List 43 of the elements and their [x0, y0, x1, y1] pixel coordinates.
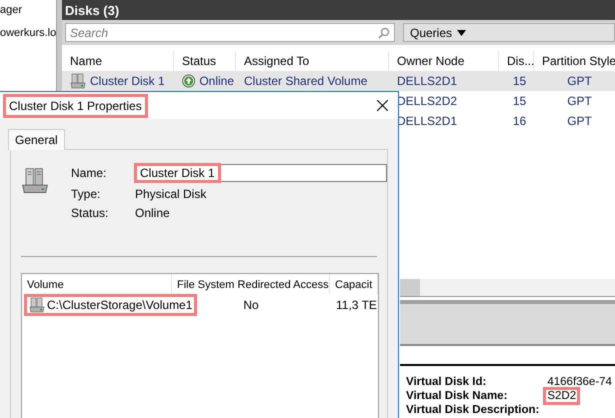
field-label: Status:	[71, 206, 110, 220]
close-icon	[377, 100, 388, 111]
table-cell: No	[243, 298, 259, 312]
detail-value: 4166f36e-74	[546, 375, 613, 390]
scrollbar-thumb[interactable]	[400, 279, 420, 296]
column-header[interactable]: Capacit	[330, 274, 378, 294]
column-header[interactable]: Volume	[22, 274, 172, 294]
detail-label: Virtual Disk Name:	[406, 390, 508, 402]
table-cell: Online	[199, 74, 234, 88]
tree-item[interactable]: owerkurs.lo	[0, 27, 56, 39]
field-label: Type:	[71, 187, 102, 201]
volume-icon	[29, 297, 45, 313]
queries-button[interactable]: Queries	[403, 23, 615, 42]
detail-label: Virtual Disk Description:	[406, 404, 540, 416]
column-header[interactable]: File System Redirected Access	[172, 274, 330, 294]
field-value: Online	[135, 206, 171, 220]
table-cell: DELLS2D1	[397, 74, 458, 88]
table-cell: 15	[512, 94, 526, 108]
up-arrow-icon	[182, 74, 196, 88]
caret-icon	[457, 30, 466, 36]
table-cell-text: 11,3 TE	[335, 298, 377, 312]
detail-label: Virtual Disk Id:	[406, 376, 488, 388]
search-field[interactable]: Search	[65, 23, 395, 42]
horizontal-scrollbar[interactable]	[400, 279, 615, 297]
table-cell: GPT	[567, 74, 592, 88]
table-cell: 15	[512, 74, 526, 88]
table-cell: Cluster Disk 1	[90, 74, 165, 88]
close-button[interactable]	[375, 98, 390, 113]
field-value: Physical Disk	[135, 187, 208, 201]
dialog-title: Cluster Disk 1 Properties	[6, 96, 145, 114]
volume-row[interactable]: C:\ClusterStorage\Volume1	[24, 294, 198, 316]
table-cell: GPT	[567, 94, 592, 108]
detail-value: S2D2	[543, 387, 580, 405]
table-cell: 16	[512, 114, 526, 128]
panel-header: Disks (3)	[62, 0, 615, 20]
search-icon	[378, 27, 390, 39]
tab[interactable]: General	[8, 129, 65, 150]
server-disk-icon	[70, 73, 86, 89]
tree-item[interactable]: ager	[0, 4, 56, 16]
table-cell: Cluster Shared Volume	[244, 74, 368, 88]
table-cell: GPT	[567, 114, 592, 128]
name-field[interactable]: Cluster Disk 1	[135, 164, 387, 182]
field-label: Name:	[71, 166, 108, 180]
